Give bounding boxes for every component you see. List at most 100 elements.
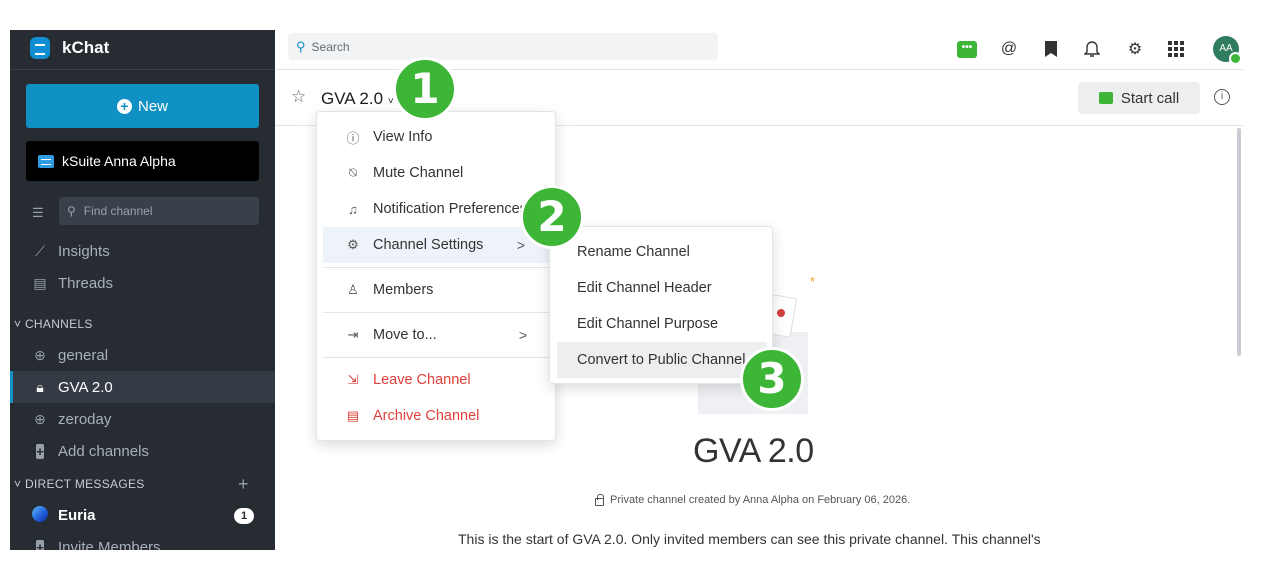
find-channel-placeholder: Find channel (83, 204, 153, 218)
kchat-logo-icon (30, 37, 50, 59)
menu-item-archive-channel[interactable]: ▤ Archive Channel (317, 398, 557, 434)
menu-item-label: Leave Channel (373, 372, 471, 388)
user-avatar[interactable]: AA (1213, 36, 1242, 65)
filter-icon[interactable]: ☰ (32, 205, 46, 221)
direct-messages-section-header[interactable]: ˅ DIRECT MESSAGES (14, 477, 145, 491)
gear-icon[interactable]: ⚙ (1124, 38, 1146, 60)
sparkle-icon: * (810, 274, 816, 289)
bell-off-icon: ⍉ (349, 165, 357, 180)
scrollbar[interactable] (1237, 128, 1241, 356)
app-title: kChat (62, 38, 110, 57)
illustration-avatar (777, 309, 785, 317)
chart-icon: ⟋ (35, 242, 45, 259)
sidebar: kChat + New kSuite Anna Alpha ☰ ⚲ Find c… (10, 30, 275, 550)
lock-icon: 🔒︎ (36, 378, 44, 395)
menu-item-members[interactable]: ♙ Members (317, 272, 557, 308)
menu-item-label: Notification Preferences (373, 201, 527, 217)
sidebar-item-insights[interactable]: ⟋ Insights (10, 235, 275, 267)
submenu-item-edit-channel-header[interactable]: Edit Channel Header (550, 270, 774, 306)
submenu-item-rename-channel[interactable]: Rename Channel (550, 234, 774, 270)
apps-grid-icon[interactable] (1165, 38, 1187, 60)
start-call-button[interactable]: Start call (1078, 82, 1200, 114)
menu-item-label: Archive Channel (373, 408, 480, 424)
bell-icon: ♫ (348, 201, 358, 217)
unread-badge: 1 (234, 508, 254, 524)
sidebar-item-label: zeroday (58, 410, 112, 428)
sidebar-item-label: Threads (58, 274, 114, 292)
menu-divider (323, 267, 551, 268)
sidebar-item-label: general (58, 346, 109, 364)
menu-item-label: View Info (373, 129, 433, 145)
menu-divider (323, 357, 551, 358)
private-channel-text: Private channel created by Anna Alpha on… (610, 494, 911, 506)
leave-icon: ⇲ (347, 372, 359, 387)
sidebar-item-invite-members[interactable]: + Invite Members (10, 531, 275, 550)
info-icon: ⓘ (346, 130, 360, 146)
star-icon[interactable]: ☆ (291, 87, 306, 107)
bookmark-icon[interactable] (1040, 38, 1062, 60)
move-icon: ⇥ (347, 327, 359, 342)
globe-icon: ⊕ (34, 346, 46, 363)
sidebar-item-label: Invite Members (58, 538, 161, 551)
channel-intro-text: This is the start of GVA 2.0. Only invit… (458, 531, 1041, 547)
sidebar-item-zeroday[interactable]: ⊕ zeroday (10, 403, 275, 435)
chevron-down-icon: ˅ (385, 96, 394, 107)
sidebar-item-label: Insights (58, 242, 110, 260)
sidebar-header: kChat (10, 30, 275, 70)
add-dm-button[interactable]: + (238, 474, 249, 495)
menu-item-view-info[interactable]: ⓘ View Info (317, 119, 557, 155)
sidebar-item-label: Euria (58, 506, 96, 524)
workspace-label: kSuite Anna Alpha (62, 153, 176, 169)
menu-item-leave-channel[interactable]: ⇲ Leave Channel (317, 362, 557, 398)
menu-item-label: Members (373, 282, 434, 298)
threads-icon: ▤ (33, 274, 47, 291)
channels-section-header[interactable]: ˅ CHANNELS (14, 317, 93, 331)
search-placeholder: Search (311, 39, 350, 54)
channel-intro-title: GVA 2.0 (693, 432, 814, 470)
gear-icon: ⚙ (347, 237, 359, 252)
add-icon-wrap: + (32, 443, 48, 459)
mention-icon[interactable]: @ (998, 38, 1020, 60)
channels-header-label: CHANNELS (24, 317, 93, 331)
channel-title-button[interactable]: GVA 2.0 ˅ (321, 89, 394, 109)
new-button[interactable]: + New (26, 84, 259, 128)
menu-item-move-to[interactable]: ⇥ Move to... > (317, 317, 557, 353)
new-button-label: New (137, 97, 168, 115)
private-channel-info: Private channel created by Anna Alpha on… (595, 493, 911, 506)
submenu-item-edit-channel-purpose[interactable]: Edit Channel Purpose (550, 306, 774, 342)
chevron-right-icon: > (518, 327, 527, 343)
call-icon (1098, 92, 1113, 104)
start-call-label: Start call (1120, 89, 1180, 107)
submenu-item-convert-to-public[interactable]: Convert to Public Channel (557, 342, 767, 378)
search-input[interactable]: ⚲ Search (288, 33, 718, 60)
menu-item-mute-channel[interactable]: ⍉ Mute Channel (317, 155, 557, 191)
menu-item-channel-settings[interactable]: ⚙ Channel Settings > (323, 227, 549, 263)
chevron-right-icon: > (516, 237, 525, 253)
euria-avatar-icon (32, 505, 48, 522)
find-channel-input[interactable]: ⚲ Find channel (59, 197, 259, 225)
search-icon: ⚲ (296, 38, 306, 54)
archive-icon: ▤ (346, 408, 360, 423)
channel-settings-submenu: Rename Channel Edit Channel Header Edit … (549, 226, 773, 384)
sidebar-item-threads[interactable]: ▤ Threads (10, 267, 275, 299)
sidebar-item-general[interactable]: ⊕ general (10, 339, 275, 371)
bell-icon[interactable] (1081, 38, 1103, 60)
sidebar-item-label: GVA 2.0 (58, 378, 113, 396)
kchat-window: kChat + New kSuite Anna Alpha ☰ ⚲ Find c… (10, 30, 1243, 550)
euria-icon-wrap (32, 505, 48, 525)
chevron-down-icon: ˅ (14, 317, 25, 331)
channel-menu: ⓘ View Info ⍉ Mute Channel ♫ Notificatio… (316, 111, 556, 441)
online-status-icon (1229, 52, 1242, 65)
info-icon[interactable]: i (1214, 89, 1230, 105)
sidebar-item-add-channels[interactable]: + Add channels (10, 435, 275, 467)
menu-item-label: Channel Settings (373, 237, 484, 253)
plus-circle-icon: + (116, 98, 132, 114)
step-badge-2: 2 (520, 185, 584, 249)
step-badge-1: 1 (393, 57, 457, 121)
search-icon: ⚲ (67, 204, 76, 218)
dm-header-label: DIRECT MESSAGES (24, 477, 145, 491)
workspace-switcher[interactable]: kSuite Anna Alpha (26, 141, 259, 181)
sidebar-item-gva[interactable]: 🔒︎ GVA 2.0 (10, 371, 275, 403)
add-icon-wrap: + (32, 539, 48, 550)
chat-icon[interactable]: ••• (956, 38, 978, 60)
